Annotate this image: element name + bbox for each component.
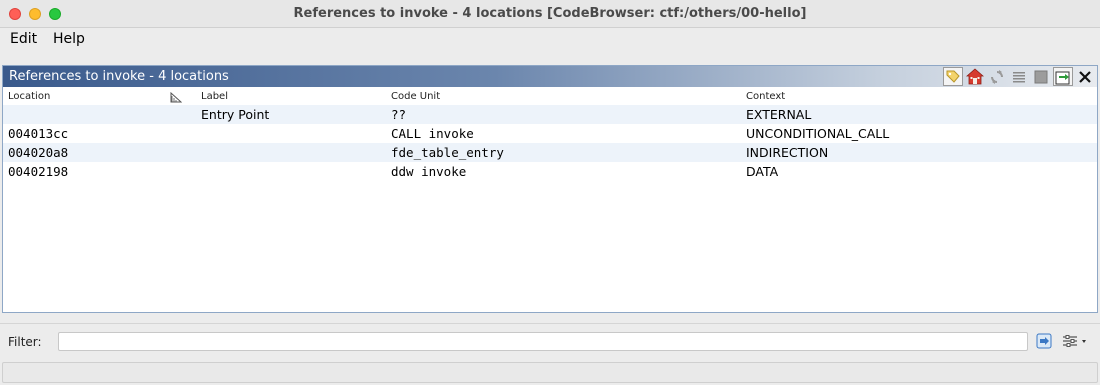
stop-icon[interactable]	[1031, 67, 1051, 86]
list-icon[interactable]	[1009, 67, 1029, 86]
location-cell: 004013cc	[8, 126, 69, 141]
menu-help[interactable]: Help	[53, 31, 85, 47]
menu-edit[interactable]: Edit	[10, 31, 37, 47]
menu-bar: Edit Help	[0, 28, 1100, 50]
label-cell: Entry Point	[201, 107, 270, 122]
close-icon[interactable]	[1075, 67, 1095, 86]
filter-options-icon[interactable]	[1036, 333, 1052, 354]
code-unit-cell: ??	[391, 107, 407, 122]
location-cell: 004020a8	[8, 145, 69, 160]
filter-bar: Filter:	[0, 323, 1100, 357]
window-title: References to invoke - 4 locations [Code…	[293, 6, 807, 21]
references-panel: References to invoke - 4 locations Locat…	[2, 65, 1098, 313]
export-icon[interactable]	[1053, 67, 1073, 86]
panel-header: References to invoke - 4 locations	[3, 66, 1097, 87]
context-cell: DATA	[746, 164, 779, 179]
code-unit-cell: ddw invoke	[391, 164, 467, 179]
code-unit-cell: CALL invoke	[391, 126, 474, 141]
panel-toolbar	[943, 66, 1097, 87]
column-header-code-unit[interactable]: Code Unit	[391, 91, 440, 102]
panel-title: References to invoke - 4 locations	[9, 69, 229, 84]
code-unit-cell: fde_table_entry	[391, 145, 504, 160]
context-cell: INDIRECTION	[746, 145, 829, 160]
column-header-context[interactable]: Context	[746, 91, 785, 102]
title-bar: References to invoke - 4 locations [Code…	[0, 0, 1100, 28]
table-row[interactable]: Entry Point ?? EXTERNAL	[3, 105, 1097, 124]
table-row[interactable]: 004013cc CALL invoke UNCONDITIONAL_CALL	[3, 124, 1097, 143]
table-header: Location Label Code Unit Context	[3, 87, 1097, 105]
window: References to invoke - 4 locations [Code…	[0, 0, 1100, 385]
context-cell: UNCONDITIONAL_CALL	[746, 126, 890, 141]
filter-settings-icon[interactable]	[1062, 333, 1088, 354]
column-header-location[interactable]: Location	[8, 91, 50, 102]
filter-label: Filter:	[8, 335, 42, 349]
filter-input[interactable]	[58, 332, 1028, 351]
status-bar	[2, 362, 1098, 383]
home-icon[interactable]	[965, 67, 985, 86]
table-body: Entry Point ?? EXTERNAL 004013cc CALL in…	[3, 105, 1097, 181]
refresh-icon[interactable]	[987, 67, 1007, 86]
tag-icon[interactable]	[943, 67, 963, 86]
context-cell: EXTERNAL	[746, 107, 812, 122]
column-header-label[interactable]: Label	[201, 91, 228, 102]
table-row[interactable]: 004020a8 fde_table_entry INDIRECTION	[3, 143, 1097, 162]
location-cell: 00402198	[8, 164, 69, 179]
table-row[interactable]: 00402198 ddw invoke DATA	[3, 162, 1097, 181]
